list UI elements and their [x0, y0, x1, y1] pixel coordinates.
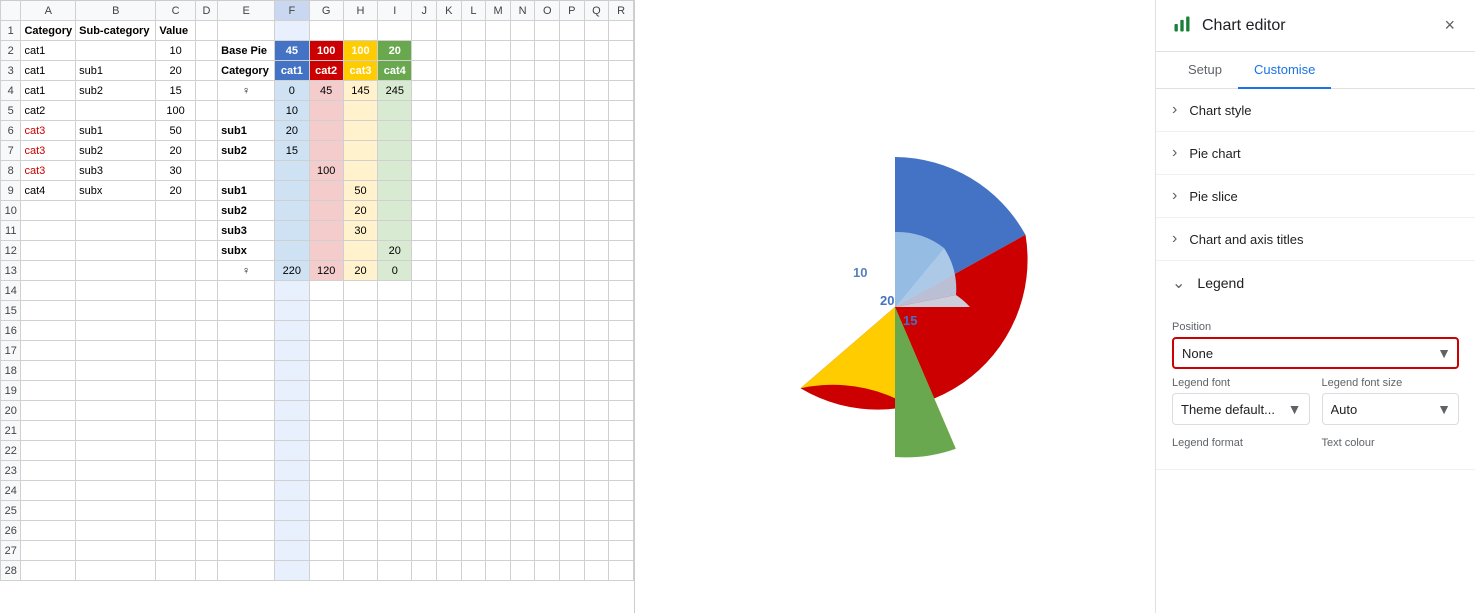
table-row: 6 cat3 sub1 50 sub1 20	[1, 121, 634, 141]
pie-label-15: 15	[903, 313, 917, 328]
table-row: 9 cat4 subx 20 sub1 50	[1, 181, 634, 201]
table-row: 19	[1, 381, 634, 401]
font-col: Legend font Theme default... ▼	[1172, 369, 1310, 425]
col-header-j[interactable]: J	[412, 1, 437, 21]
col-header-d[interactable]: D	[195, 1, 217, 21]
chevron-right-icon-4: ›	[1172, 230, 1177, 248]
table-row: 26	[1, 521, 634, 541]
table-row: 2 cat1 10 Base Pie 45 100 100 20	[1, 41, 634, 61]
section-pie-slice[interactable]: › Pie slice	[1156, 175, 1475, 218]
legend-content: Position None Top Bottom Left Right Insi…	[1156, 305, 1475, 469]
font-select[interactable]: Theme default...	[1172, 393, 1310, 425]
chevron-right-icon-2: ›	[1172, 144, 1177, 162]
font-size-col: Legend font size Auto 8 9 10 11 12 14	[1322, 369, 1460, 425]
col-header-c[interactable]: C	[156, 1, 195, 21]
legend-label: Legend	[1197, 275, 1244, 291]
col-header-h[interactable]: H	[343, 1, 377, 21]
table-row: 1 Category Sub-category Value	[1, 21, 634, 41]
col-header-n[interactable]: N	[510, 1, 535, 21]
position-select[interactable]: None Top Bottom Left Right Inside	[1172, 337, 1459, 369]
table-row: 8 cat3 sub3 30 100	[1, 161, 634, 181]
editor-tabs: Setup Customise	[1156, 52, 1475, 89]
pie-label-10: 10	[853, 265, 867, 280]
table-row: 17	[1, 341, 634, 361]
table-row: 3 cat1 sub1 20 Category cat1 cat2 cat3 c…	[1, 61, 634, 81]
col-header-e[interactable]: E	[218, 1, 275, 21]
chart-area: 10 20 15	[635, 0, 1155, 613]
pie-slice-label: Pie slice	[1189, 189, 1237, 204]
table-row: 25	[1, 501, 634, 521]
chart-style-label: Chart style	[1189, 103, 1251, 118]
legend-header[interactable]: ⌄ Legend	[1156, 261, 1475, 305]
chart-icon	[1172, 14, 1192, 37]
col-header-q[interactable]: Q	[584, 1, 609, 21]
pie-chart-label: Pie chart	[1189, 146, 1240, 161]
col-header-i[interactable]: I	[378, 1, 412, 21]
col-header-a[interactable]: A	[21, 1, 76, 21]
font-size-label: Legend font size	[1322, 377, 1460, 389]
col-header-l[interactable]: L	[461, 1, 486, 21]
close-button[interactable]: ×	[1440, 15, 1459, 36]
position-label: Position	[1172, 321, 1459, 333]
table-row: 23	[1, 461, 634, 481]
font-size-select-wrapper: Auto 8 9 10 11 12 14 ▼	[1322, 393, 1460, 425]
table-row: 28	[1, 561, 634, 581]
col-header-rn	[1, 1, 21, 21]
table-row: 18	[1, 361, 634, 381]
chevron-right-icon: ›	[1172, 101, 1177, 119]
table-row: 12 subx 20	[1, 241, 634, 261]
font-select-wrapper: Theme default... ▼	[1172, 393, 1310, 425]
pie-chart: 10 20 15	[735, 147, 1055, 467]
table-row: 21	[1, 421, 634, 441]
spreadsheet: A B C D E F G H I J K L M N O P Q R	[0, 0, 635, 613]
tab-customise[interactable]: Customise	[1238, 52, 1331, 89]
col-header-r[interactable]: R	[609, 1, 634, 21]
table-row: 13 ♀ 220 120 20 0	[1, 261, 634, 281]
chart-editor-panel: Chart editor × Setup Customise › Chart s…	[1155, 0, 1475, 613]
editor-body: › Chart style › Pie chart › Pie slice › …	[1156, 89, 1475, 613]
editor-title: Chart editor	[1202, 17, 1440, 35]
section-chart-axis-titles[interactable]: › Chart and axis titles	[1156, 218, 1475, 261]
col-header-k[interactable]: K	[437, 1, 462, 21]
table-row: 24	[1, 481, 634, 501]
col-header-p[interactable]: P	[560, 1, 585, 21]
col-header-o[interactable]: O	[535, 1, 560, 21]
section-chart-style[interactable]: › Chart style	[1156, 89, 1475, 132]
table-row: 14	[1, 281, 634, 301]
font-label: Legend font	[1172, 377, 1310, 389]
editor-header: Chart editor ×	[1156, 0, 1475, 52]
col-header-m[interactable]: M	[486, 1, 511, 21]
table-row: 10 sub2 20	[1, 201, 634, 221]
text-colour-label: Text colour	[1322, 437, 1460, 449]
col-header-b[interactable]: B	[76, 1, 156, 21]
chevron-right-icon-3: ›	[1172, 187, 1177, 205]
table-row: 11 sub3 30	[1, 221, 634, 241]
position-select-wrapper: None Top Bottom Left Right Inside ▼	[1172, 337, 1459, 369]
font-size-select[interactable]: Auto 8 9 10 11 12 14	[1322, 393, 1460, 425]
table-row: 27	[1, 541, 634, 561]
table-row: 4 cat1 sub2 15 ♀ 0 45 145 245	[1, 81, 634, 101]
table-row: 16	[1, 321, 634, 341]
pie-label-20: 20	[880, 293, 894, 308]
table-row: 7 cat3 sub2 20 sub2 15	[1, 141, 634, 161]
chevron-down-icon: ⌄	[1172, 273, 1185, 293]
text-colour-col: Text colour	[1322, 425, 1460, 453]
format-row: Legend format Text colour	[1172, 425, 1459, 453]
tab-setup[interactable]: Setup	[1172, 52, 1238, 89]
section-pie-chart[interactable]: › Pie chart	[1156, 132, 1475, 175]
table-row: 20	[1, 401, 634, 421]
col-header-f[interactable]: F	[275, 1, 309, 21]
format-label: Legend format	[1172, 437, 1310, 449]
section-legend: ⌄ Legend Position None Top Bottom Left R…	[1156, 261, 1475, 470]
chart-axis-titles-label: Chart and axis titles	[1189, 232, 1303, 247]
col-header-g[interactable]: G	[309, 1, 343, 21]
table-row: 5 cat2 100 10	[1, 101, 634, 121]
font-row: Legend font Theme default... ▼ Legend fo…	[1172, 369, 1459, 425]
table-row: 15	[1, 301, 634, 321]
table-row: 22	[1, 441, 634, 461]
format-col: Legend format	[1172, 425, 1310, 453]
